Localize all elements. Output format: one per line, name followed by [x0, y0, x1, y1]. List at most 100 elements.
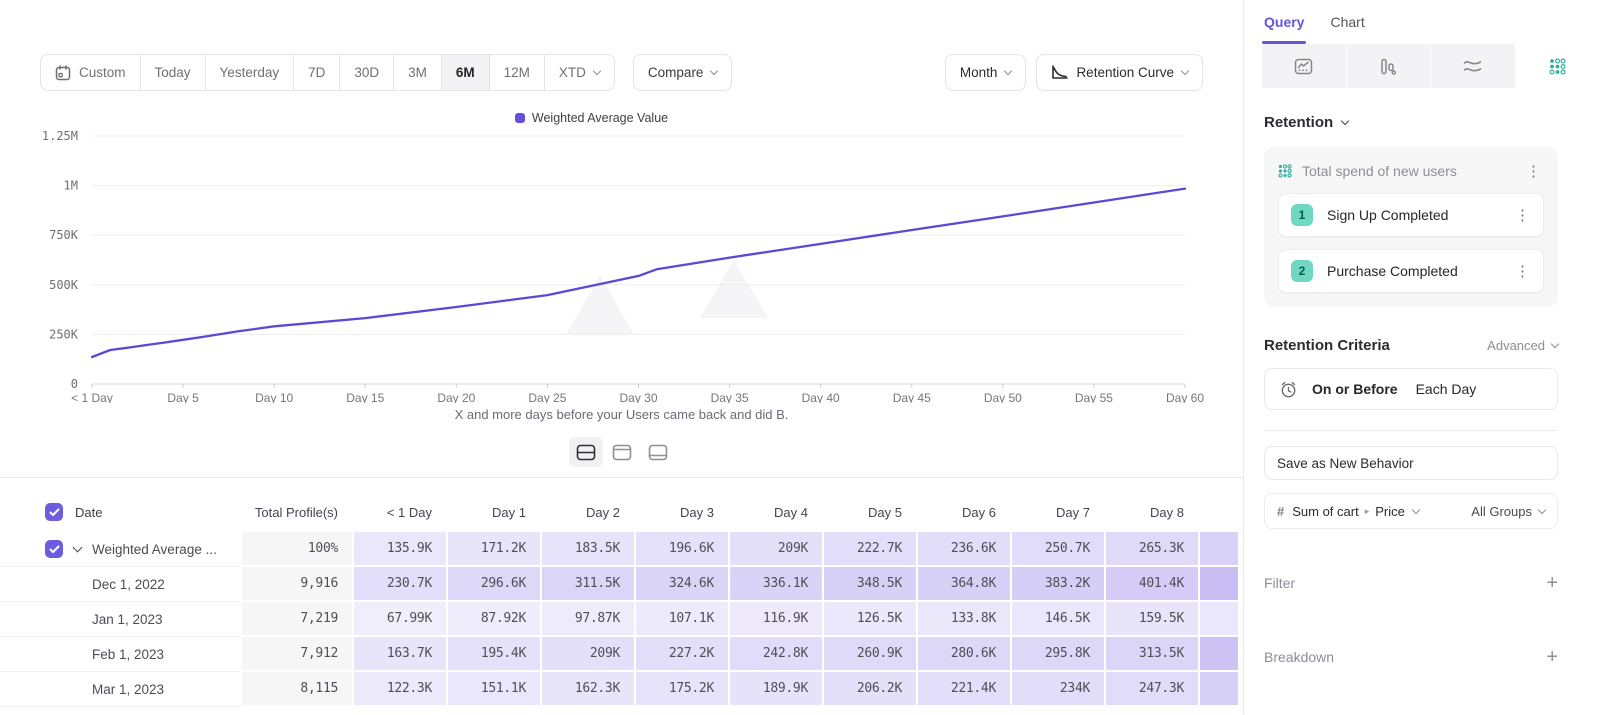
retention-value-cell[interactable]: 162.3K — [540, 672, 634, 707]
x-axis-tick-label: Day 40 — [802, 391, 840, 403]
row-checkbox[interactable] — [45, 540, 63, 558]
retention-value-cell[interactable]: 295.8K — [1010, 637, 1104, 672]
layout-toggle-split-view[interactable] — [569, 437, 603, 467]
behavior-step-1[interactable]: 1 Sign Up Completed ⋮ — [1278, 193, 1544, 237]
range-3m[interactable]: 3M — [393, 54, 442, 91]
retention-value-cell[interactable]: 151.1K — [446, 672, 540, 707]
retention-value-cell[interactable]: 227.2K — [634, 637, 728, 672]
retention-value-cell[interactable]: 221.4K — [916, 672, 1010, 707]
table-row-label[interactable]: Dec 1, 2022 — [0, 567, 240, 602]
kebab-menu-icon[interactable]: ⋮ — [1512, 264, 1533, 279]
retention-value-cell[interactable]: 280.6K — [916, 637, 1010, 672]
retention-value-cell[interactable]: 265.3K — [1104, 532, 1198, 567]
retention-value-cell[interactable]: 146.5K — [1010, 602, 1104, 637]
save-as-new-behavior-button[interactable]: Save as New Behavior — [1264, 446, 1558, 480]
retention-value-cell[interactable]: 116.9K — [728, 602, 822, 637]
retention-value-cell[interactable]: 336.1K — [728, 567, 822, 602]
total-profiles-cell[interactable]: 7,912 — [240, 637, 352, 672]
total-profiles-cell[interactable]: 7,219 — [240, 602, 352, 637]
retention-value-cell[interactable]: 234K — [1010, 672, 1104, 707]
retention-value-cell[interactable]: 189.9K — [728, 672, 822, 707]
retention-criteria-row[interactable]: On or Before Each Day — [1264, 368, 1558, 410]
range-custom[interactable]: Custom — [40, 54, 141, 91]
advanced-label: Advanced — [1487, 338, 1545, 353]
retention-value-cell[interactable]: 206.2K — [822, 672, 916, 707]
table-row-label[interactable]: Feb 1, 2023 — [0, 637, 240, 672]
range-today[interactable]: Today — [140, 54, 206, 91]
retention-value-cell[interactable]: 209K — [728, 532, 822, 567]
retention-value-cell[interactable]: 126.5K — [822, 602, 916, 637]
tab-chart[interactable]: Chart — [1330, 0, 1364, 44]
retention-value-cell[interactable]: 260.9K — [822, 637, 916, 672]
retention-value-cell[interactable]: 183.5K — [540, 532, 634, 567]
layout-toggle-table-view[interactable] — [641, 437, 675, 467]
tab-flows[interactable] — [1431, 44, 1516, 88]
retention-value-cell[interactable]: 175.2K — [634, 672, 728, 707]
retention-value-cell[interactable]: 348.5K — [822, 567, 916, 602]
retention-value-cell[interactable]: 313.5K — [1104, 637, 1198, 672]
measurement-row[interactable]: # Sum of cart ▸ Price All Groups — [1264, 493, 1558, 529]
retention-value-cell[interactable]: 311.5K — [540, 567, 634, 602]
granularity-button[interactable]: Month — [945, 54, 1027, 91]
all-groups-dropdown[interactable]: All Groups — [1471, 504, 1545, 519]
retention-value-cell[interactable]: 97.87K — [540, 602, 634, 637]
retention-value-cell[interactable]: 163.7K — [352, 637, 446, 672]
range-yesterday[interactable]: Yesterday — [205, 54, 295, 91]
retention-value-cell[interactable]: 171.2K — [446, 532, 540, 567]
range-6m[interactable]: 6M — [441, 54, 490, 91]
retention-value-cell[interactable]: 324.6K — [634, 567, 728, 602]
retention-value-cell[interactable]: 209K — [540, 637, 634, 672]
tab-retention[interactable] — [1516, 44, 1600, 88]
range-xtd[interactable]: XTD — [544, 54, 615, 91]
retention-value-cell[interactable]: 236.6K — [916, 532, 1010, 567]
retention-value-cell[interactable]: 383.2K — [1010, 567, 1104, 602]
retention-value-cell[interactable]: 242.8K — [728, 637, 822, 672]
total-profiles-cell[interactable]: 9,916 — [240, 567, 352, 602]
kebab-menu-icon[interactable]: ⋮ — [1512, 208, 1533, 223]
breakdown-section: Breakdown + — [1264, 647, 1558, 667]
range-12m[interactable]: 12M — [489, 54, 545, 91]
table-row-label[interactable]: Mar 1, 2023 — [0, 672, 240, 707]
advanced-dropdown[interactable]: Advanced — [1487, 338, 1558, 353]
select-all-checkbox[interactable] — [45, 503, 63, 521]
retention-value-cell[interactable]: 67.99K — [352, 602, 446, 637]
retention-value-cell[interactable]: 222.7K — [822, 532, 916, 567]
retention-value-cell[interactable]: 364.8K — [916, 567, 1010, 602]
retention-value-cell[interactable]: 296.6K — [446, 567, 540, 602]
table-row-label[interactable]: Weighted Average ... — [0, 532, 240, 567]
table-row-label[interactable]: Jan 1, 2023 — [0, 602, 240, 637]
property-separator-icon: ▸ — [1365, 506, 1370, 517]
retention-value-cell[interactable]: 107.1K — [634, 602, 728, 637]
total-profiles-cell[interactable]: 8,115 — [240, 672, 352, 707]
behavior-step-2[interactable]: 2 Purchase Completed ⋮ — [1278, 249, 1544, 293]
criteria-condition[interactable]: On or Before — [1312, 381, 1398, 397]
range-7d[interactable]: 7D — [293, 54, 340, 91]
retention-value-cell[interactable]: 159.5K — [1104, 602, 1198, 637]
line-chart-canvas[interactable]: 1.25M1M750K500K250K0< 1 DayDay 5Day 10Da… — [0, 103, 1243, 403]
add-filter-button[interactable]: + — [1546, 573, 1558, 593]
layout-toggle-chart-view[interactable] — [605, 437, 639, 467]
add-breakdown-button[interactable]: + — [1546, 647, 1558, 667]
criteria-window[interactable]: Each Day — [1416, 381, 1477, 397]
retention-value-cell[interactable]: 135.9K — [352, 532, 446, 567]
retention-value-cell[interactable]: 250.7K — [1010, 532, 1104, 567]
retention-value-cell[interactable]: 122.3K — [352, 672, 446, 707]
expand-chevron-icon[interactable] — [73, 543, 83, 553]
range-30d[interactable]: 30D — [339, 54, 394, 91]
retention-value-cell[interactable]: 87.92K — [446, 602, 540, 637]
retention-value-cell[interactable]: 133.8K — [916, 602, 1010, 637]
retention-value-cell[interactable]: 230.7K — [352, 567, 446, 602]
tab-query[interactable]: Query — [1264, 0, 1304, 44]
total-profiles-cell[interactable]: 100% — [240, 532, 352, 567]
retention-value-cell[interactable]: 247.3K — [1104, 672, 1198, 707]
retention-value-cell[interactable]: 195.4K — [446, 637, 540, 672]
retention-curve-line[interactable] — [92, 189, 1185, 357]
tab-funnels[interactable] — [1347, 44, 1432, 88]
kebab-menu-icon[interactable]: ⋮ — [1523, 164, 1544, 179]
chart-type-button[interactable]: Retention Curve — [1036, 54, 1203, 91]
retention-value-cell[interactable]: 196.6K — [634, 532, 728, 567]
retention-value-cell[interactable]: 401.4K — [1104, 567, 1198, 602]
retention-section-header[interactable]: Retention — [1264, 114, 1558, 131]
compare-button[interactable]: Compare — [633, 54, 733, 91]
tab-insights[interactable] — [1262, 44, 1347, 88]
